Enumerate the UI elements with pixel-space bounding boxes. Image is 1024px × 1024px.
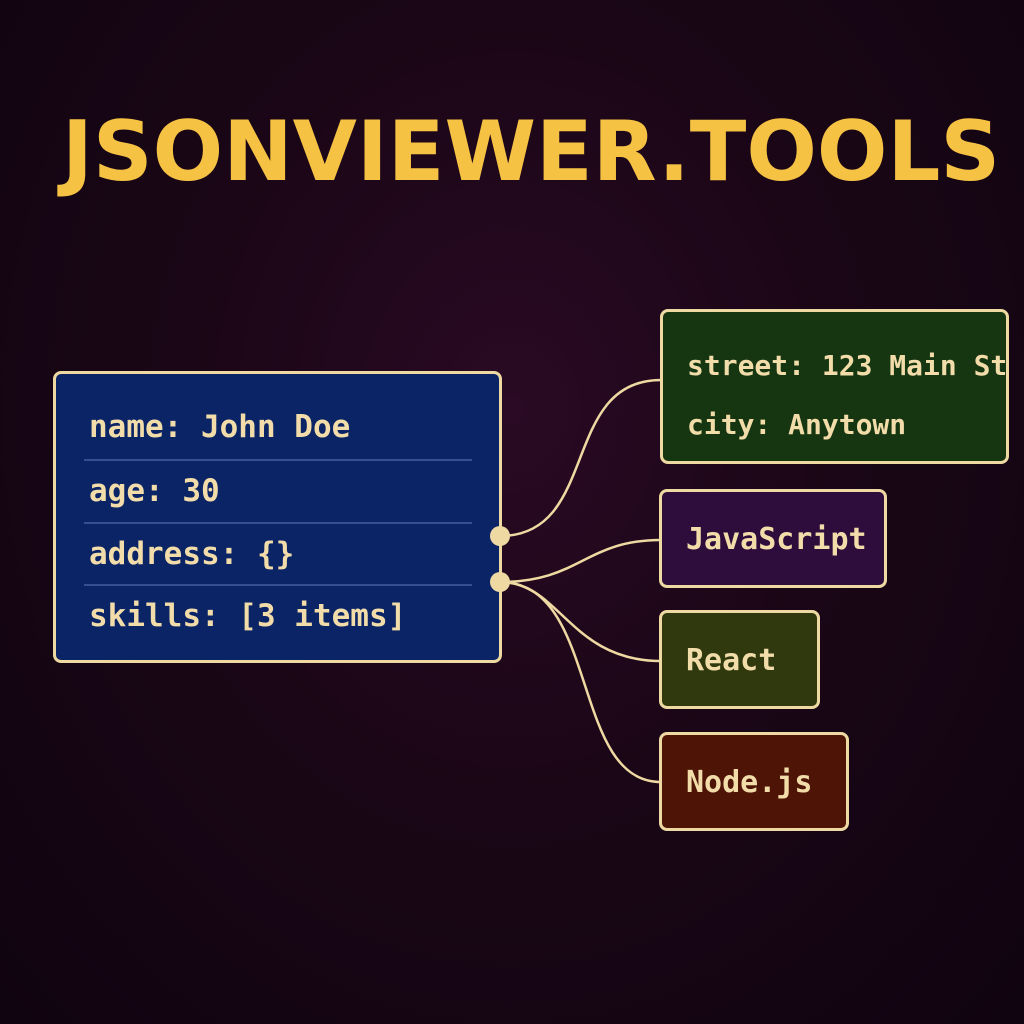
react-connector bbox=[499, 580, 662, 663]
age-property: age: 30 bbox=[89, 473, 220, 509]
skill-label: React bbox=[686, 643, 777, 678]
row-divider bbox=[84, 522, 472, 524]
street-property: street: 123 Main St bbox=[687, 349, 1008, 382]
skill-label: JavaScript bbox=[686, 522, 867, 557]
skill-node-nodejs[interactable]: Node.js bbox=[659, 732, 849, 831]
address-connector bbox=[499, 378, 662, 538]
skill-label: Node.js bbox=[686, 765, 813, 800]
address-object-node[interactable]: street: 123 Main St city: Anytown bbox=[660, 309, 1009, 464]
address-property[interactable]: address: {} bbox=[89, 539, 294, 570]
row-divider bbox=[84, 459, 472, 461]
nodejs-connector bbox=[499, 580, 662, 784]
javascript-connector bbox=[499, 538, 662, 584]
city-property: city: Anytown bbox=[687, 408, 907, 441]
skills-property[interactable]: skills: [3 items] bbox=[89, 601, 406, 632]
skill-node-javascript[interactable]: JavaScript bbox=[659, 489, 887, 588]
root-object-node[interactable]: name: John Doe age: 30 address: {} skill… bbox=[53, 371, 502, 663]
row-divider bbox=[84, 584, 472, 586]
name-property: name: John Doe bbox=[89, 409, 351, 445]
skill-node-react[interactable]: React bbox=[659, 610, 820, 709]
